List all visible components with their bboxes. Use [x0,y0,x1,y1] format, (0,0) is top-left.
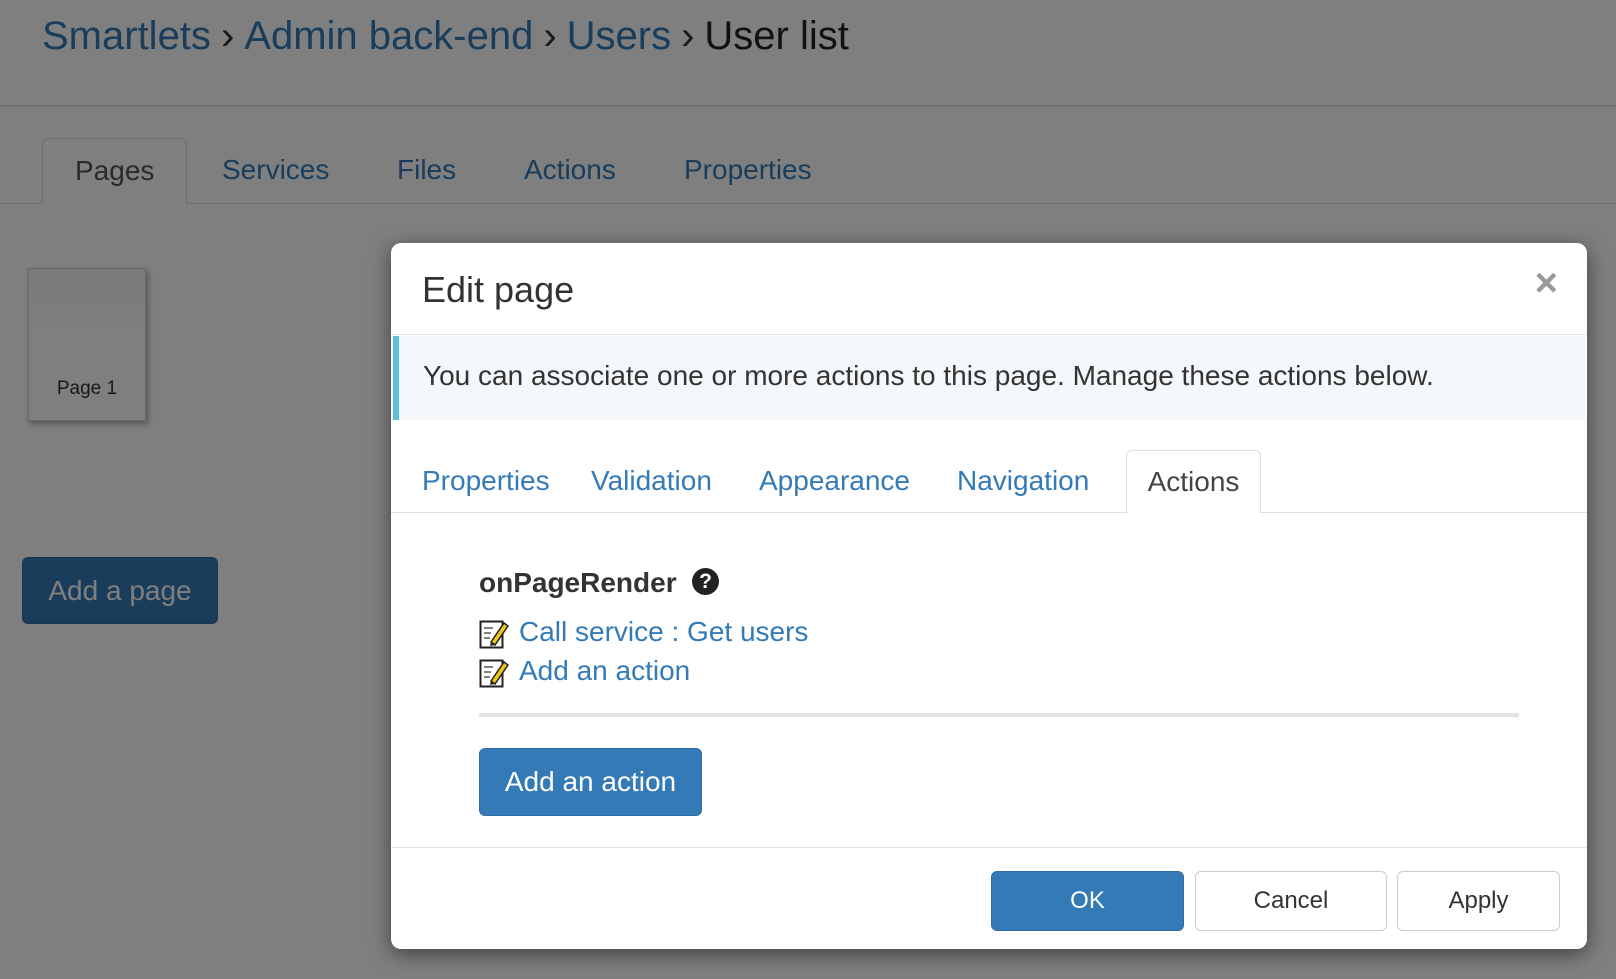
modal-header: Edit page × [391,243,1587,335]
action-link-call-service[interactable]: Call service : Get users [519,616,808,648]
modal-tab-actions[interactable]: Actions [1126,450,1261,514]
apply-button[interactable]: Apply [1397,871,1560,931]
question-circle-icon[interactable]: ? [692,568,719,595]
modal-tab-navigation[interactable]: Navigation [935,450,1111,513]
info-alert: You can associate one or more actions to… [393,336,1585,420]
modal-footer: OK Cancel Apply [391,847,1587,949]
modal-title: Edit page [422,269,575,310]
event-name: onPageRender [479,567,677,598]
add-action-button[interactable]: Add an action [479,748,702,816]
modal-tab-properties[interactable]: Properties [400,450,572,513]
edit-icon[interactable] [479,657,509,689]
modal-tab-validation[interactable]: Validation [569,450,734,513]
section-divider [479,713,1519,717]
info-text: You can associate one or more actions to… [423,360,1434,391]
cancel-button[interactable]: Cancel [1195,871,1387,931]
edit-icon[interactable] [479,618,509,650]
modal-tab-appearance[interactable]: Appearance [737,450,932,513]
action-link-add-action[interactable]: Add an action [519,655,690,687]
close-icon[interactable]: × [1535,263,1558,303]
ok-button[interactable]: OK [991,871,1184,931]
edit-page-modal: Edit page × You can associate one or mor… [391,243,1587,949]
